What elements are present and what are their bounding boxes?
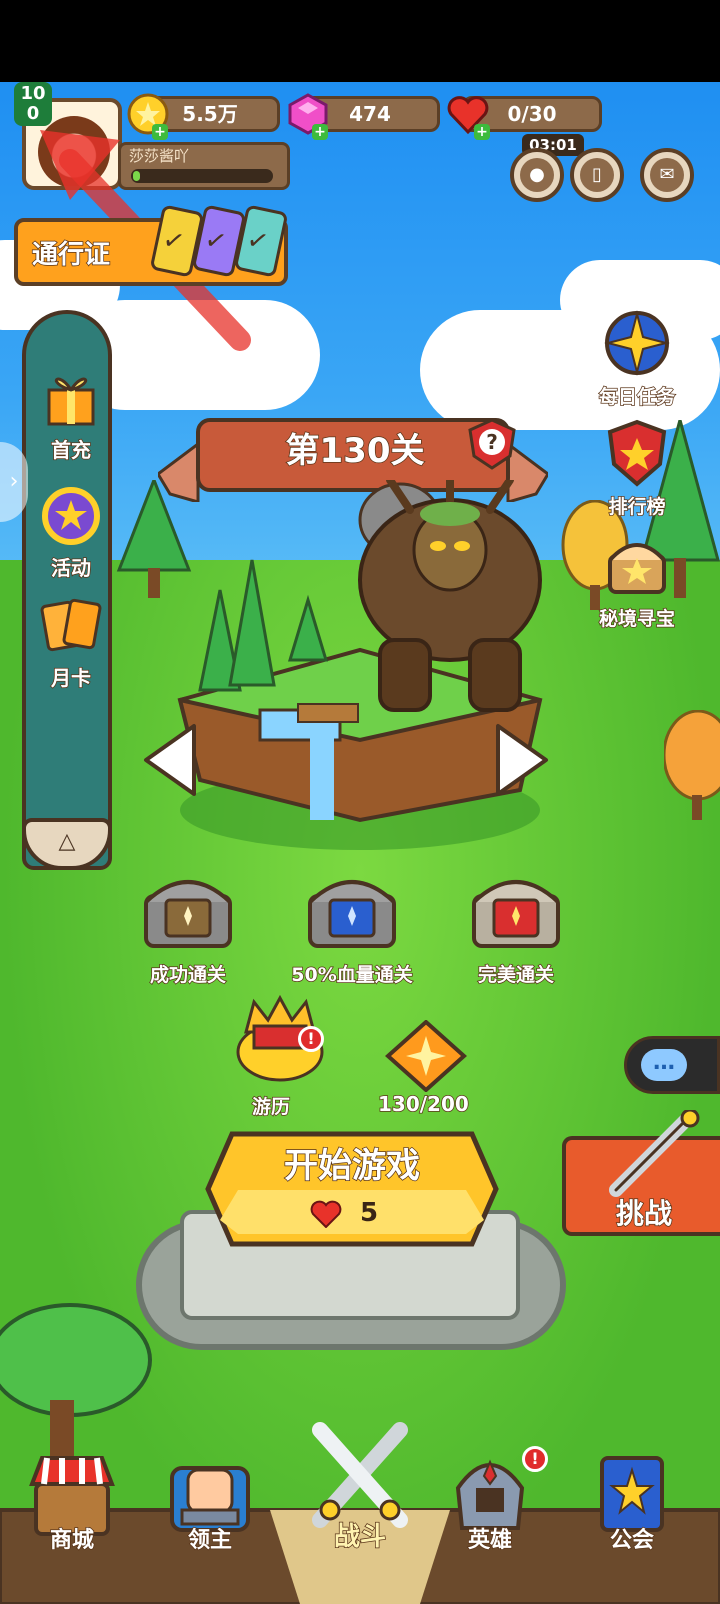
monthly-card-icon xyxy=(40,598,102,652)
monthly-card-button[interactable]: 月卡 xyxy=(26,594,116,691)
compass-star-icon xyxy=(604,310,670,376)
add-gold-icon[interactable]: + xyxy=(152,124,168,140)
star-progress: 130/200 xyxy=(377,1091,469,1117)
battle-pass-button[interactable]: 通行证 ✓ ✓ ✓ xyxy=(14,204,289,286)
first-recharge-button[interactable]: 首充 xyxy=(26,366,116,463)
treasure-hunt-label: 秘境寻宝 xyxy=(598,607,676,631)
gift-icon xyxy=(47,377,95,426)
mail-icon: ✉ xyxy=(650,158,684,192)
left-side-menu: 首充 活动 月卡 xyxy=(22,310,112,870)
level-number: 10 xyxy=(20,83,46,104)
crossed-swords-icon xyxy=(312,1422,408,1528)
nav-heroes-label: 英雄 xyxy=(467,1527,513,1554)
mail-button[interactable]: ✉ xyxy=(640,148,694,202)
nav-guild-label: 公会 xyxy=(609,1527,655,1554)
card-icon: ▯ xyxy=(580,158,614,192)
heroes-alert-badge: ! xyxy=(522,1446,548,1472)
stage-title: 第130关 xyxy=(285,430,425,472)
daily-tasks-button[interactable]: 每日任务 xyxy=(586,308,688,409)
stage-star-icon xyxy=(385,1020,467,1092)
nav-lord[interactable]: 领主 xyxy=(150,1448,270,1554)
start-game-cost: 5 xyxy=(360,1198,379,1228)
treasure-hunt-button[interactable]: 秘境寻宝 xyxy=(586,530,688,631)
game-screen: 10 0 莎莎酱吖 5.5万 + 474 + 0/30 + 03:01 ● ▯ … xyxy=(0,0,720,1604)
stage-island xyxy=(177,480,543,850)
gem-value: 474 xyxy=(349,102,391,126)
events-label: 活动 xyxy=(50,555,92,581)
chat-button[interactable]: … xyxy=(624,1036,720,1094)
reward-chest-perfect[interactable] xyxy=(468,868,564,950)
nav-guild[interactable]: 公会 xyxy=(572,1448,692,1554)
monthly-card-label: 月卡 xyxy=(50,665,92,691)
friends-button[interactable]: ● xyxy=(510,148,564,202)
status-bar xyxy=(0,0,720,82)
treasure-chest-icon xyxy=(608,543,666,594)
stamina-value: 0/30 xyxy=(507,102,557,126)
nav-shop[interactable]: 商城 xyxy=(12,1448,132,1554)
start-game-label: 开始游戏 xyxy=(283,1145,421,1187)
nav-shop-label: 商城 xyxy=(49,1527,95,1554)
nav-battle-label: 战斗 xyxy=(333,1521,387,1553)
add-stamina-icon[interactable]: + xyxy=(474,124,490,140)
add-gem-icon[interactable]: + xyxy=(312,124,328,140)
chat-bubble-icon: … xyxy=(641,1049,687,1081)
chest-clear-label: 成功通关 xyxy=(149,963,227,987)
nav-battle[interactable]: 战斗 xyxy=(290,1420,430,1553)
shield-star-icon xyxy=(607,419,667,487)
challenge-button[interactable]: 挑战 xyxy=(562,1110,720,1236)
reward-chest-half-hp[interactable] xyxy=(304,868,400,950)
help-symbol: ? xyxy=(486,430,498,454)
stage-help-button[interactable]: ? xyxy=(466,418,518,470)
chest-perfect-label: 完美通关 xyxy=(477,963,555,987)
events-button[interactable]: 活动 xyxy=(26,484,116,581)
leaderboard-button[interactable]: 排行榜 xyxy=(586,418,688,519)
sword-icon xyxy=(609,1110,700,1197)
tree-decoration xyxy=(664,710,720,820)
heart-icon xyxy=(310,1200,342,1228)
friends-icon: ● xyxy=(520,158,554,192)
journey-label: 游历 xyxy=(251,1095,291,1119)
battle-pass-label: 通行证 xyxy=(31,239,111,271)
journey-alert-badge: ! xyxy=(298,1026,324,1052)
first-recharge-label: 首充 xyxy=(50,437,92,463)
nav-lord-label: 领主 xyxy=(187,1527,233,1554)
profile-card-button[interactable]: ▯ xyxy=(570,148,624,202)
chest-half-hp-label: 50%血量通关 xyxy=(291,963,414,987)
next-stage-button[interactable] xyxy=(494,722,550,798)
daily-tasks-label: 每日任务 xyxy=(598,385,676,409)
leaderboard-label: 排行榜 xyxy=(608,495,667,519)
star-medal-icon xyxy=(42,487,100,545)
challenge-label: 挑战 xyxy=(615,1196,673,1231)
reward-chest-clear[interactable] xyxy=(140,868,236,950)
gold-value: 5.5万 xyxy=(182,102,238,126)
prev-stage-button[interactable] xyxy=(142,722,198,798)
